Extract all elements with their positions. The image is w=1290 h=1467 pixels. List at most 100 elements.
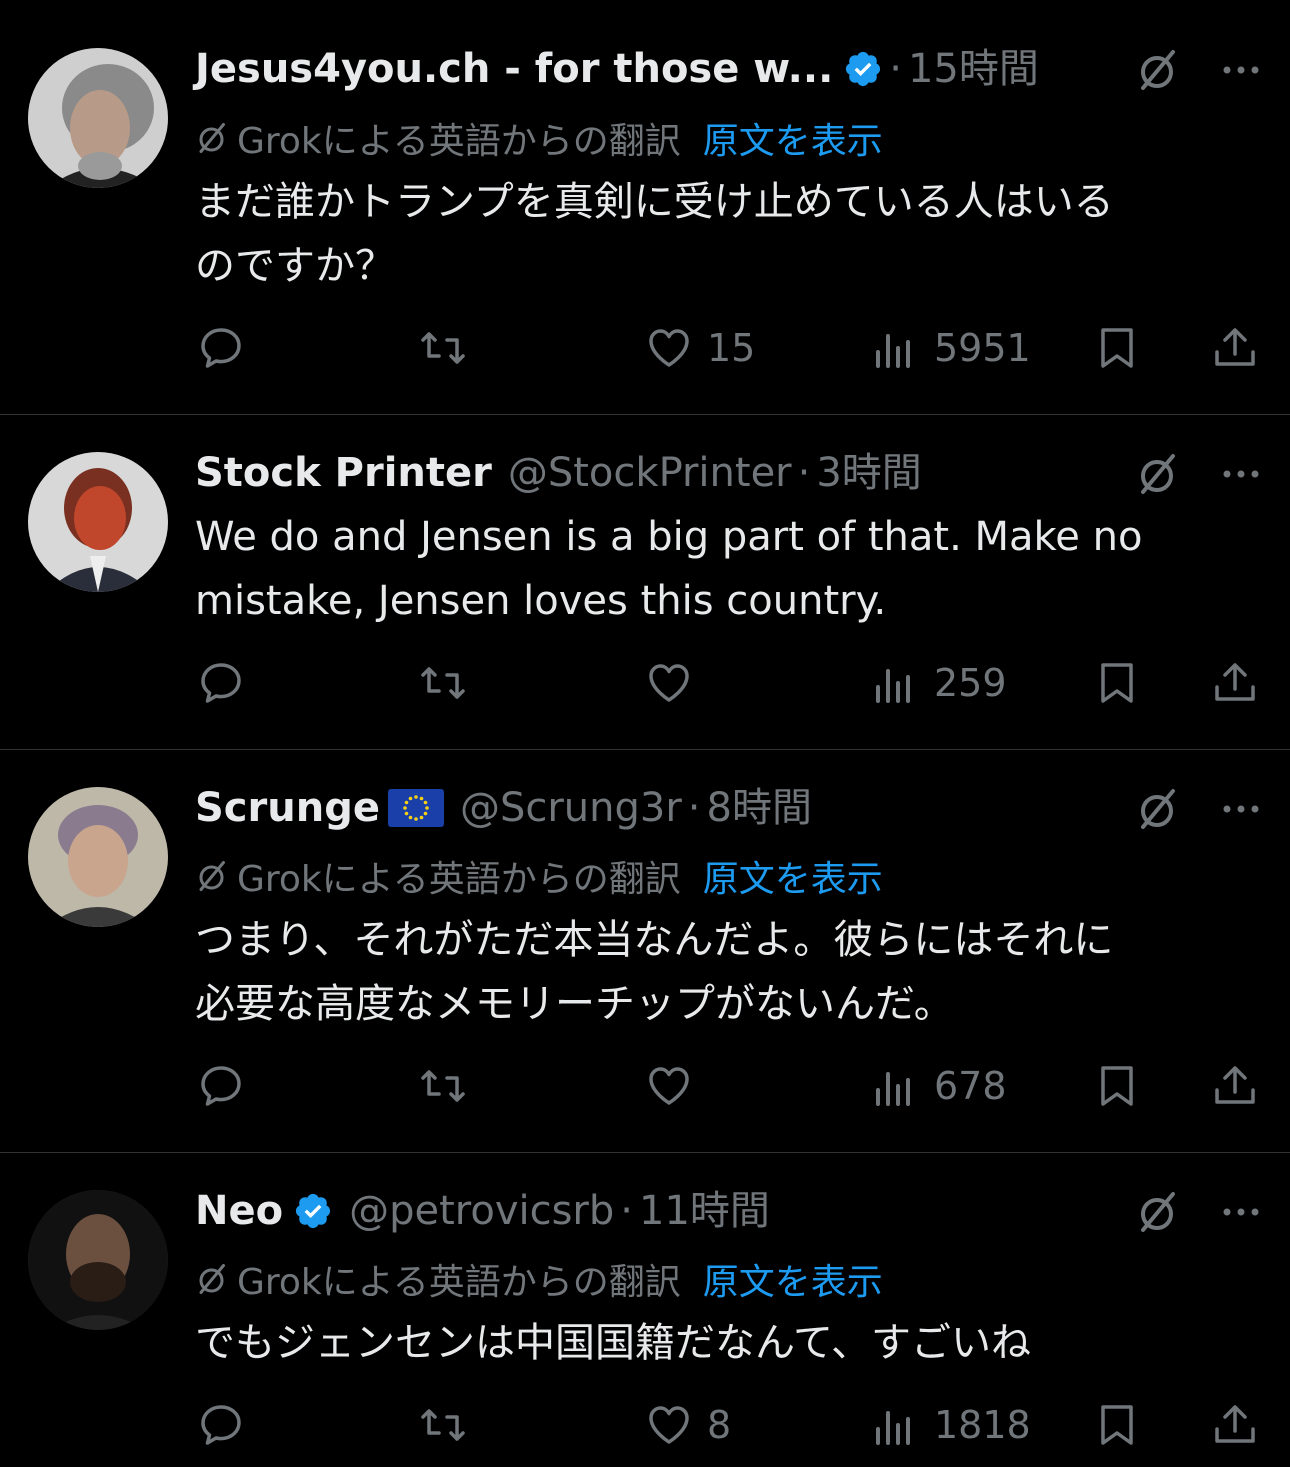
translation-label: Grokによる英語からの翻訳 — [237, 1262, 681, 1303]
views-icon — [876, 1072, 910, 1106]
repost-button[interactable] — [417, 1058, 481, 1114]
repost-icon — [421, 332, 465, 364]
views-icon — [876, 1411, 910, 1445]
separator-dot: · — [889, 46, 902, 92]
reply-icon — [201, 1405, 241, 1445]
more-icon[interactable] — [1219, 787, 1263, 831]
share-icon — [1215, 1066, 1255, 1104]
repost-button[interactable] — [417, 655, 481, 711]
grok-translate-icon — [199, 123, 225, 153]
share-icon — [1215, 1405, 1255, 1443]
timestamp[interactable]: 11時間 — [639, 1186, 770, 1236]
display-name[interactable]: Neo — [195, 1186, 283, 1236]
view-count: 5951 — [934, 326, 1031, 370]
action-bar: 678 — [195, 1058, 1265, 1114]
like-count: 15 — [707, 326, 756, 370]
views-button[interactable]: 678 — [870, 1058, 1007, 1114]
like-button[interactable] — [643, 655, 707, 711]
reply-button[interactable] — [195, 320, 259, 376]
bookmark-icon — [1101, 1405, 1133, 1445]
show-original-link[interactable]: 原文を表示 — [703, 112, 883, 164]
translation-label: Grokによる英語からの翻訳 — [237, 859, 681, 900]
handle[interactable]: @petrovicsrb — [349, 1186, 614, 1236]
avatar[interactable] — [28, 452, 168, 592]
grok-translate-off-icon[interactable] — [1135, 46, 1183, 94]
grok-translate-off-icon[interactable] — [1135, 1188, 1183, 1236]
bookmark-button[interactable] — [1091, 1058, 1143, 1114]
separator-dot: · — [687, 785, 701, 831]
more-icon[interactable] — [1219, 1190, 1263, 1234]
timestamp[interactable]: 8時間 — [707, 783, 812, 833]
view-count: 1818 — [934, 1403, 1031, 1447]
display-name[interactable]: Scrunge — [195, 783, 380, 833]
display-name[interactable]: Jesus4you.ch - for those w... — [195, 44, 833, 94]
grok-translate-icon — [199, 1264, 225, 1294]
reply-icon — [201, 328, 241, 368]
repost-icon — [421, 1070, 465, 1102]
post-4[interactable]: Neo @petrovicsrb · 11時間 Grokによる英語からの翻訳 原… — [0, 1153, 1290, 1467]
like-icon — [649, 329, 689, 367]
translation-label: Grokによる英語からの翻訳 — [237, 121, 681, 162]
reply-button[interactable] — [195, 1058, 259, 1114]
translation-row: Grokによる英語からの翻訳 原文を表示 — [195, 116, 883, 162]
more-icon[interactable] — [1219, 48, 1263, 92]
grok-translate-icon — [199, 861, 225, 891]
view-count: 678 — [934, 1064, 1007, 1108]
repost-icon — [421, 667, 465, 699]
reply-icon — [201, 663, 241, 703]
show-original-link[interactable]: 原文を表示 — [703, 1253, 883, 1305]
translation-row: Grokによる英語からの翻訳 原文を表示 — [195, 1257, 883, 1303]
views-button[interactable]: 5951 — [870, 320, 1031, 376]
post-1[interactable]: Jesus4you.ch - for those w... · 15時間 Gro… — [0, 0, 1290, 414]
reply-button[interactable] — [195, 1397, 259, 1453]
timestamp[interactable]: 3時間 — [816, 448, 921, 498]
bookmark-icon — [1101, 1066, 1133, 1106]
repost-button[interactable] — [417, 1397, 481, 1453]
like-icon — [649, 1067, 689, 1105]
post-2[interactable]: Stock Printer @StockPrinter · 3時間 We do … — [0, 415, 1290, 749]
grok-translate-off-icon[interactable] — [1135, 785, 1183, 833]
display-name[interactable]: Stock Printer — [195, 448, 492, 498]
bookmark-icon — [1101, 663, 1133, 703]
timestamp[interactable]: 15時間 — [908, 44, 1039, 94]
repost-icon — [421, 1409, 465, 1441]
like-button[interactable]: 15 — [643, 320, 755, 376]
like-count: 8 — [707, 1403, 732, 1447]
avatar[interactable] — [28, 48, 168, 188]
grok-translate-off-icon[interactable] — [1135, 450, 1183, 498]
handle[interactable]: @StockPrinter — [508, 448, 792, 498]
share-button[interactable] — [1209, 320, 1261, 376]
post-text: まだ誰かトランプを真剣に受け止めている人はいる のですか？ — [195, 179, 1114, 289]
bookmark-button[interactable] — [1091, 655, 1143, 711]
share-button[interactable] — [1209, 655, 1261, 711]
views-icon — [876, 334, 910, 368]
avatar[interactable] — [28, 787, 168, 927]
repost-button[interactable] — [417, 320, 481, 376]
separator-dot: · — [797, 450, 811, 496]
share-button[interactable] — [1209, 1397, 1261, 1453]
like-button[interactable] — [643, 1058, 707, 1114]
handle[interactable]: @Scrung3r — [460, 783, 682, 833]
reply-icon — [201, 1066, 241, 1106]
views-button[interactable]: 259 — [870, 655, 1007, 711]
show-original-link[interactable]: 原文を表示 — [703, 850, 883, 902]
share-button[interactable] — [1209, 1058, 1261, 1114]
bookmark-icon — [1101, 328, 1133, 368]
verified-badge-icon — [296, 1193, 331, 1229]
post-3[interactable]: Scrunge @Scrung3r · 8時間 Grokによる英語からの翻訳 原… — [0, 750, 1290, 1152]
separator-dot: · — [620, 1188, 633, 1234]
like-button[interactable]: 8 — [643, 1397, 731, 1453]
eu-flag-icon — [387, 789, 444, 827]
reply-button[interactable] — [195, 655, 259, 711]
action-bar: 259 — [195, 655, 1265, 711]
more-icon[interactable] — [1219, 452, 1263, 496]
verified-badge-icon — [846, 51, 881, 87]
bookmark-button[interactable] — [1091, 1397, 1143, 1453]
avatar[interactable] — [28, 1190, 168, 1330]
views-button[interactable]: 1818 — [870, 1397, 1031, 1453]
bookmark-button[interactable] — [1091, 320, 1143, 376]
like-icon — [649, 1406, 689, 1444]
translation-row: Grokによる英語からの翻訳 原文を表示 — [195, 854, 883, 900]
action-bar: 15 5951 — [195, 320, 1265, 376]
post-text: でもジェンセンは中国国籍だなんて、すごいね — [195, 1320, 1031, 1366]
